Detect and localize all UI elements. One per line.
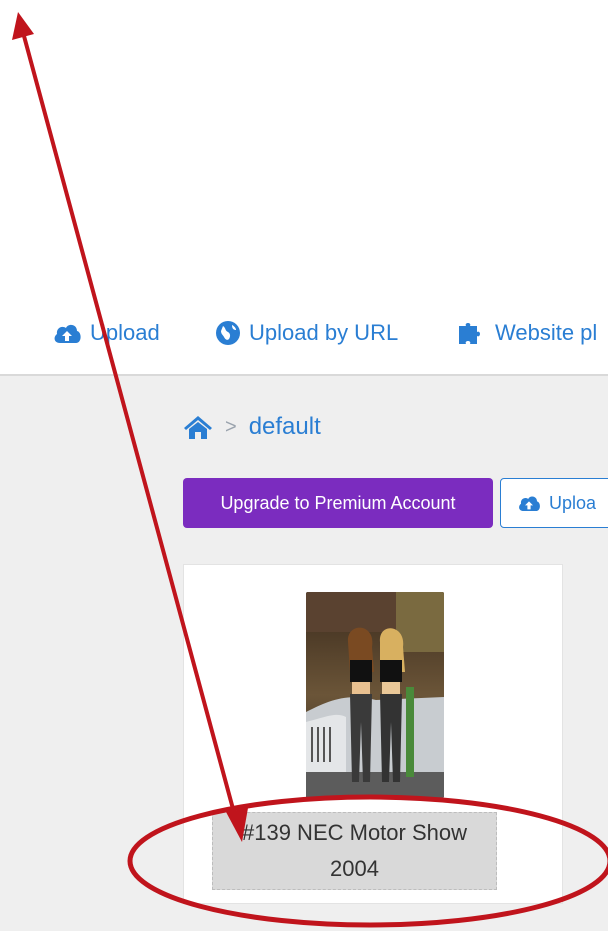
cloud-upload-icon [519, 496, 540, 511]
top-nav: Upload Upload by URL Website pl [0, 305, 608, 361]
photo-image [306, 592, 444, 798]
gallery-thumbnail[interactable] [306, 592, 444, 798]
nav-upload[interactable]: Upload [52, 320, 160, 346]
cloud-upload-icon [54, 324, 81, 343]
upgrade-premium-button[interactable]: Upgrade to Premium Account [183, 478, 493, 528]
nav-upload-label: Upload [90, 320, 160, 345]
globe-icon [216, 321, 240, 345]
puzzle-icon [459, 323, 480, 344]
nav-website-plugins-label: Website pl [495, 320, 598, 345]
home-icon[interactable] [183, 414, 213, 440]
gallery-item-title[interactable]: #139 NEC Motor Show 2004 [212, 812, 497, 890]
upload-button-label: Uploa [549, 492, 597, 513]
chevron-right-icon: > [225, 415, 237, 438]
nav-upload-by-url[interactable]: Upload by URL [215, 320, 398, 346]
breadcrumb: > default [183, 413, 321, 441]
nav-upload-by-url-label: Upload by URL [249, 320, 399, 345]
gallery-item-title-line1: #139 NEC Motor Show [242, 820, 467, 845]
gallery-item-card[interactable]: #139 NEC Motor Show 2004 [183, 564, 563, 904]
nav-website-plugins[interactable]: Website pl [455, 320, 597, 346]
upgrade-premium-label: Upgrade to Premium Account [220, 492, 456, 513]
breadcrumb-current[interactable]: default [249, 413, 321, 441]
upload-button[interactable]: Uploa [500, 478, 608, 528]
gallery-item-title-line2: 2004 [330, 856, 379, 881]
